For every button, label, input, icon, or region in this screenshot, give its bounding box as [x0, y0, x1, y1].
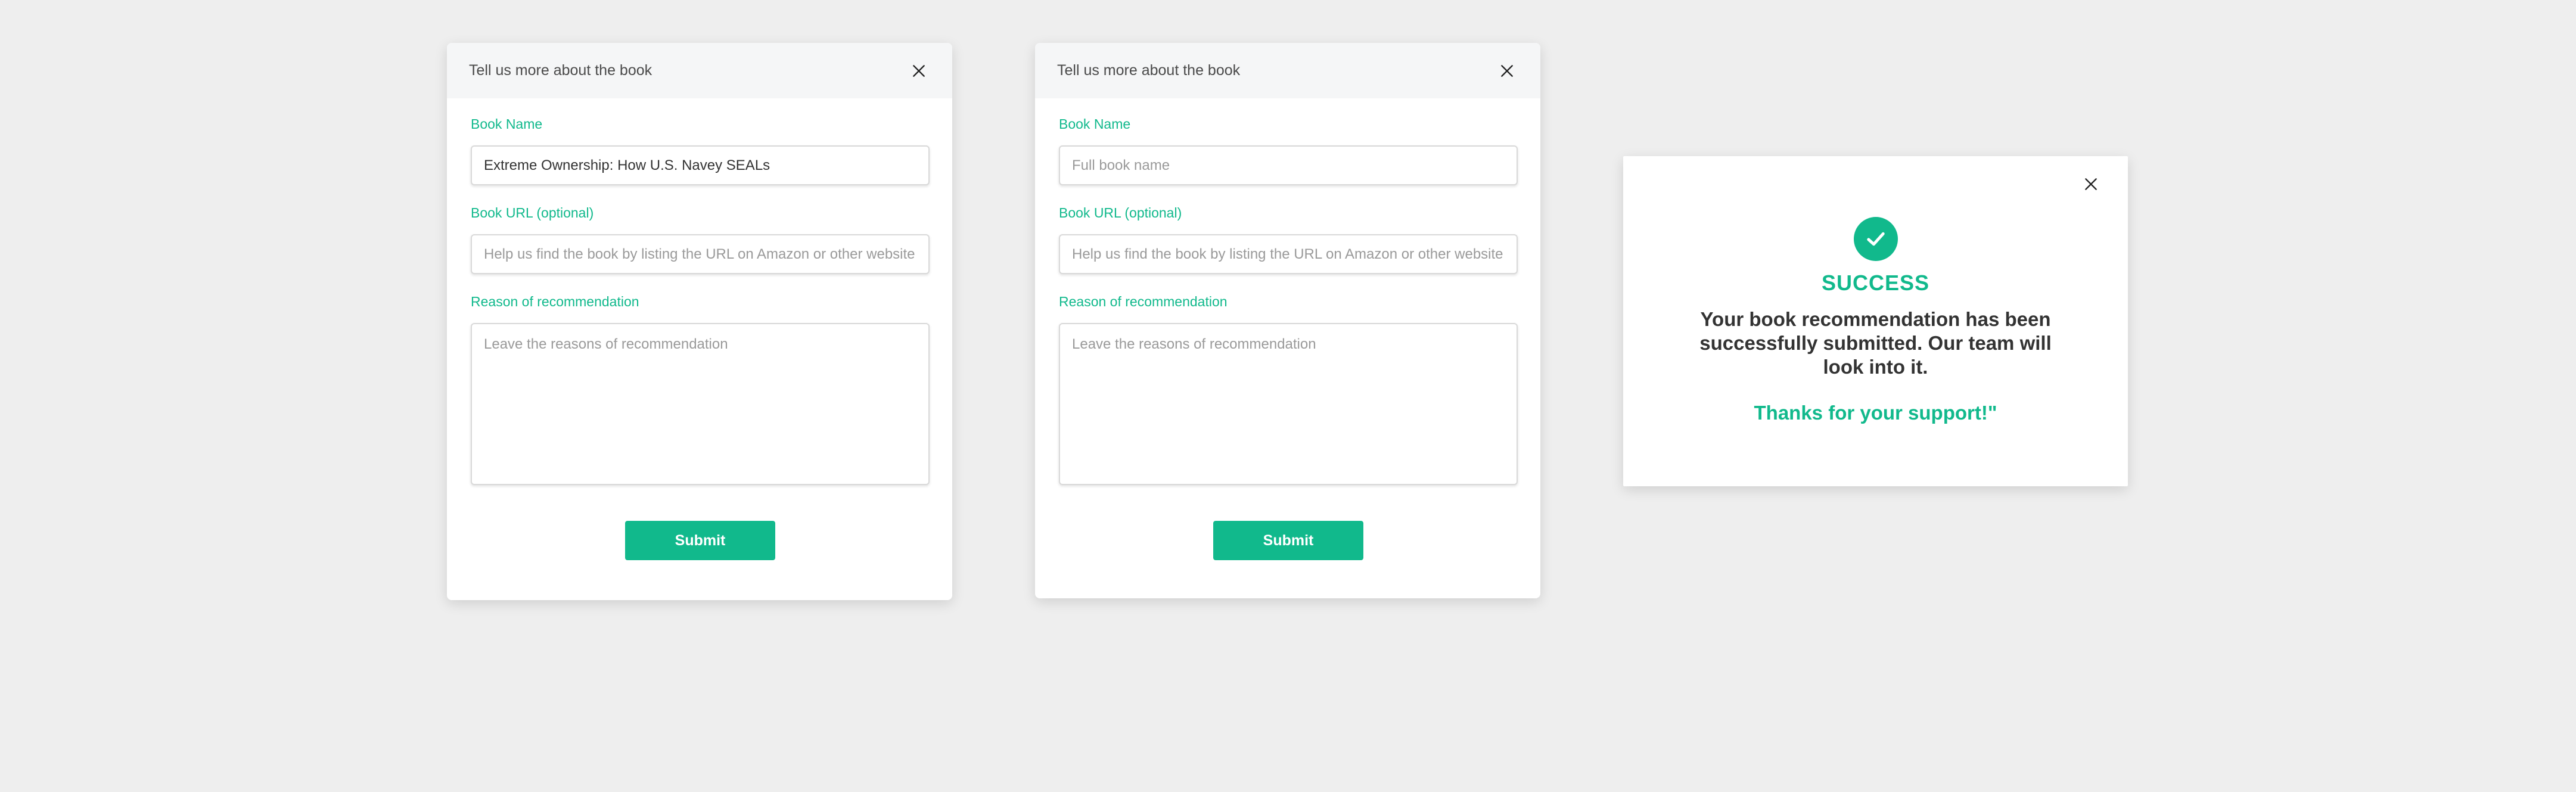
check-circle-icon [1853, 217, 1898, 261]
close-button[interactable] [907, 59, 931, 83]
close-icon [913, 64, 925, 77]
close-icon [1501, 64, 1513, 77]
book-name-input[interactable] [471, 145, 930, 185]
reason-textarea[interactable] [471, 323, 930, 485]
close-button[interactable] [1495, 59, 1519, 83]
submit-button[interactable]: Submit [625, 521, 775, 560]
book-url-label: Book URL (optional) [471, 205, 594, 220]
book-name-label: Book Name [1059, 116, 1131, 132]
close-icon [2085, 178, 2097, 190]
book-url-input[interactable] [471, 234, 930, 274]
success-message: Your book recommendation has been succes… [1699, 308, 2052, 378]
dialog-header: Tell us more about the book [447, 43, 952, 98]
submit-button[interactable]: Submit [1213, 521, 1363, 560]
close-button[interactable] [2079, 172, 2103, 196]
dialog-body: Book Name Book URL (optional) Reason of … [447, 116, 952, 560]
reason-label: Reason of recommendation [1059, 294, 1228, 309]
dialog-header: Tell us more about the book [1035, 43, 1540, 98]
success-dialog: SUCCESS Your book recommendation has bee… [1623, 156, 2128, 486]
success-content: SUCCESS Your book recommendation has bee… [1623, 217, 2128, 424]
dialog-body: Book Name Book URL (optional) Reason of … [1035, 116, 1540, 560]
checkmark-icon [1866, 232, 1885, 246]
book-url-label: Book URL (optional) [1059, 205, 1182, 220]
success-title: SUCCESS [1821, 271, 1930, 295]
submit-row: Submit [471, 521, 930, 560]
success-thanks: Thanks for your support!" [1754, 402, 1997, 424]
book-recommendation-dialog-empty: Tell us more about the book Book Name Bo… [1035, 43, 1540, 598]
book-name-label: Book Name [471, 116, 543, 132]
reason-label: Reason of recommendation [471, 294, 639, 309]
book-name-input[interactable] [1059, 145, 1518, 185]
submit-row: Submit [1059, 521, 1518, 560]
dialog-title: Tell us more about the book [469, 62, 652, 79]
reason-textarea[interactable] [1059, 323, 1518, 485]
book-recommendation-dialog-filled: Tell us more about the book Book Name Bo… [447, 43, 952, 600]
book-url-input[interactable] [1059, 234, 1518, 274]
dialog-title: Tell us more about the book [1057, 62, 1241, 79]
canvas: Tell us more about the book Book Name Bo… [0, 0, 2576, 792]
